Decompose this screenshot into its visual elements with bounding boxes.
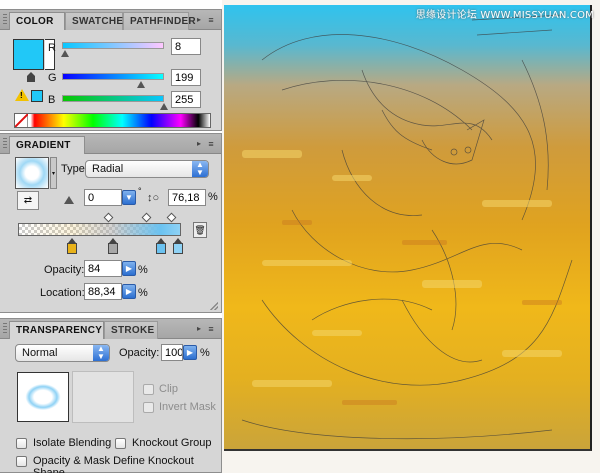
clip-checkbox[interactable]	[143, 384, 154, 395]
gradient-preview-dropdown-icon[interactable]: ▾	[50, 157, 57, 189]
none-color-icon[interactable]	[14, 113, 29, 128]
angle-dropdown-button[interactable]: ▼	[122, 190, 136, 205]
stop-location-label: Location:	[40, 287, 85, 299]
color-spectrum-bar[interactable]	[14, 113, 211, 128]
artboard-canvas[interactable]: 思缘设计论坛 WWW.MISSYUAN.COM	[222, 0, 600, 473]
channel-g-label: G	[48, 72, 57, 84]
tab-transparency[interactable]: TRANSPARENCY	[9, 321, 104, 339]
tab-gradient[interactable]: GRADIENT	[9, 136, 85, 154]
panel-grip-icon[interactable]	[3, 323, 7, 335]
gradient-stop-color	[156, 243, 167, 254]
blend-mode-select[interactable]: Normal ▲ ▼	[15, 344, 110, 362]
blend-mode-value: Normal	[22, 347, 58, 359]
gradient-stop[interactable]	[66, 238, 77, 254]
gradient-panel-tabbar: GRADIENT ▸ ≡	[0, 134, 221, 154]
stop-opacity-label: Opacity:	[44, 264, 85, 276]
panel-menu-icon[interactable]: ≡	[204, 138, 218, 150]
gradient-stop[interactable]	[172, 238, 183, 254]
delete-stop-icon[interactable]: 🗑	[193, 222, 207, 238]
artwork-sketch	[241, 14, 573, 440]
mask-thumbnail-area[interactable]	[72, 371, 134, 423]
panel-menu-icon[interactable]: ≡	[204, 323, 218, 335]
gradient-ramp-bar[interactable]	[18, 223, 181, 236]
clip-label: Clip	[159, 383, 178, 395]
web-safe-color-swatch[interactable]	[31, 90, 43, 102]
channel-b-slider-track[interactable]	[62, 95, 164, 102]
channel-b-input[interactable]	[171, 91, 201, 108]
tab-pathfinder[interactable]: PATHFINDER	[123, 12, 196, 30]
midpoint-diamond[interactable]	[166, 212, 177, 223]
watermark-text: 思缘设计论坛 WWW.MISSYUAN.COM	[415, 10, 594, 21]
gradient-stop-color	[66, 243, 77, 254]
channel-r-input[interactable]	[171, 38, 201, 55]
midpoint-diamond[interactable]	[141, 212, 152, 223]
gradient-aspect-input[interactable]	[168, 189, 206, 206]
gradient-type-value: Radial	[92, 163, 124, 175]
gradient-stop[interactable]	[156, 238, 167, 254]
color-swatch-reset-icon[interactable]	[27, 72, 35, 82]
object-thumbnail[interactable]	[17, 372, 69, 422]
gradient-stop-color	[107, 243, 118, 254]
gradient-panel: GRADIENT ▸ ≡ ▾ Type Radial ▲▼ ⇄ ▼ ° ↕○ %…	[0, 133, 222, 313]
color-panel-tabbar: COLOR SWATCHES PATHFINDER ▸ ≡	[0, 10, 221, 30]
angle-icon	[64, 196, 74, 204]
stop-opacity-input[interactable]	[84, 260, 122, 277]
fill-color-swatch[interactable]	[13, 39, 44, 70]
aspect-percent: %	[208, 191, 218, 203]
reverse-gradient-icon[interactable]: ⇄	[17, 191, 39, 210]
panel-menu-icon[interactable]: ≡	[204, 14, 218, 26]
channel-r-label: R	[48, 42, 56, 54]
color-panel: COLOR SWATCHES PATHFINDER ▸ ≡ ! R G B	[0, 9, 222, 131]
invert-mask-checkbox[interactable]	[143, 402, 154, 413]
knockout-group-label: Knockout Group	[132, 437, 212, 449]
gradient-type-label: Type	[61, 163, 85, 175]
gradient-angle-input[interactable]	[84, 189, 122, 206]
channel-g-input[interactable]	[171, 69, 201, 86]
gradient-stop-color	[172, 243, 183, 254]
warning-exclamation: !	[20, 91, 23, 100]
channel-r-slider-thumb[interactable]	[61, 50, 69, 57]
isolate-blending-label: Isolate Blending	[33, 437, 112, 449]
tab-color[interactable]: COLOR	[9, 12, 65, 30]
chevron-updown-icon: ▲ ▼	[192, 161, 208, 177]
panel-grip-icon[interactable]	[3, 138, 7, 150]
invert-mask-label: Invert Mask	[159, 401, 216, 413]
gradient-type-select[interactable]: Radial ▲ ▼	[85, 160, 209, 178]
transparency-opacity-label: Opacity:	[119, 347, 160, 359]
tab-stroke[interactable]: STROKE	[104, 321, 158, 339]
location-percent: %	[138, 287, 148, 299]
opacity-mask-knockout-checkbox[interactable]	[16, 456, 27, 467]
opacity-percent: %	[138, 264, 148, 276]
gradient-stop[interactable]	[107, 238, 118, 254]
panel-grip-icon[interactable]	[3, 14, 7, 26]
gradient-preview-swatch[interactable]	[15, 157, 49, 189]
channel-g-slider-thumb[interactable]	[137, 81, 145, 88]
channel-g-slider-track[interactable]	[62, 73, 164, 80]
isolate-blending-checkbox[interactable]	[16, 438, 27, 449]
knockout-group-checkbox[interactable]	[115, 438, 126, 449]
opacity-mask-knockout-label: Opacity & Mask Define Knockout Shape	[33, 455, 194, 473]
transparency-panel-tabbar: TRANSPARENCY STROKE ▸ ≡	[0, 319, 221, 339]
chevron-updown-icon: ▲ ▼	[93, 345, 109, 361]
stop-location-input[interactable]	[84, 283, 122, 300]
transparency-panel: TRANSPARENCY STROKE ▸ ≡ Normal ▲ ▼ Opacit…	[0, 318, 222, 473]
transparency-opacity-input[interactable]	[161, 344, 183, 361]
transparency-opacity-percent: %	[200, 347, 210, 359]
opacity-dropdown-button[interactable]: ▶	[122, 261, 136, 276]
channel-r-slider-track[interactable]	[62, 42, 164, 49]
channel-b-label: B	[48, 94, 56, 106]
transparency-opacity-dropdown-button[interactable]: ▶	[183, 345, 197, 360]
tab-swatches[interactable]: SWATCHES	[65, 12, 130, 30]
midpoint-diamond[interactable]	[103, 212, 114, 223]
aspect-ratio-icon: ↕○	[147, 192, 160, 204]
resize-grip-icon[interactable]	[210, 302, 218, 310]
channel-b-slider-thumb[interactable]	[160, 103, 168, 110]
location-dropdown-button[interactable]: ▶	[122, 284, 136, 299]
degree-symbol: °	[138, 186, 142, 196]
